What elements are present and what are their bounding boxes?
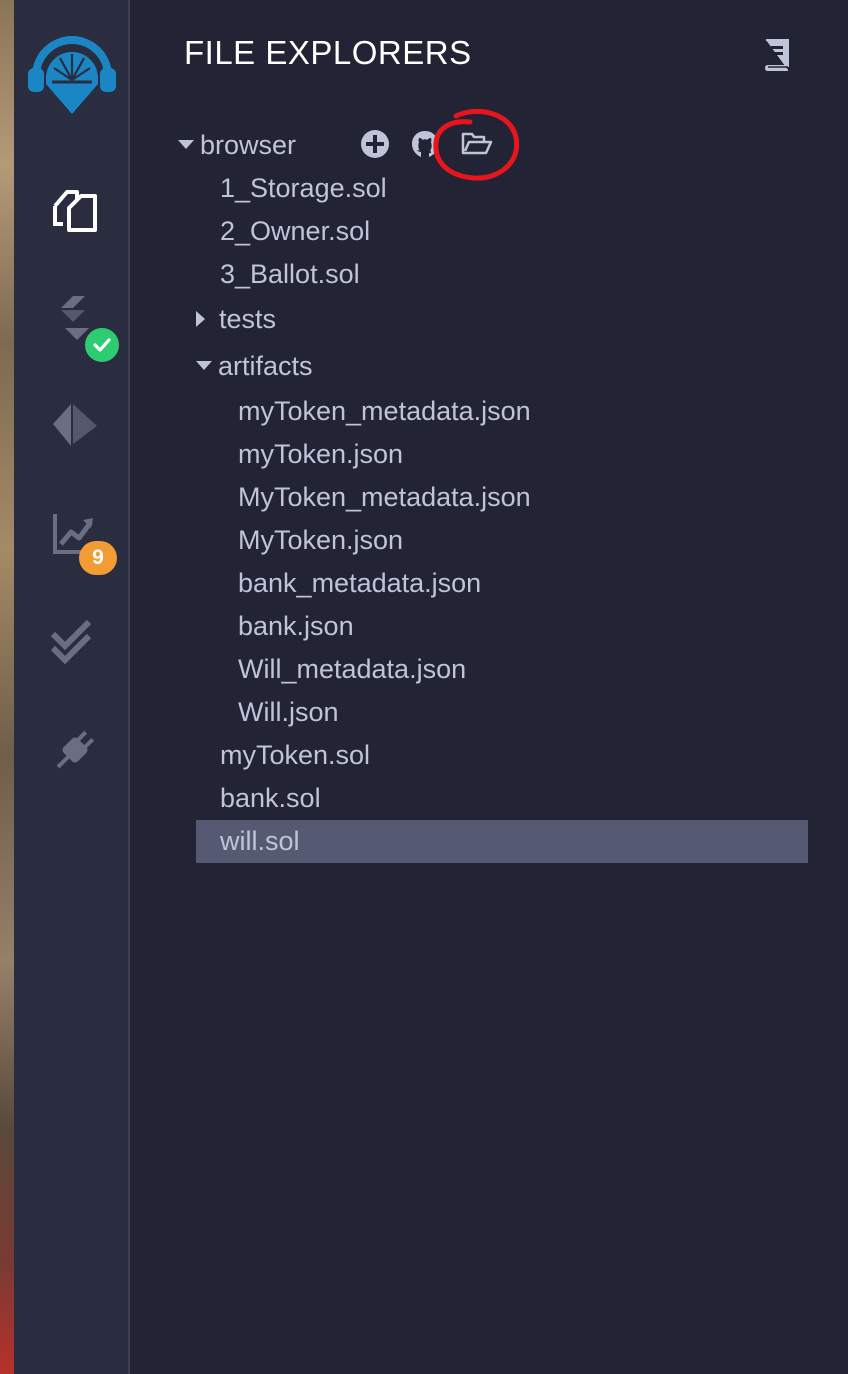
file-item[interactable]: MyToken_metadata.json — [238, 476, 531, 519]
workspace-label: browser — [200, 130, 297, 160]
file-explorer-icon[interactable] — [51, 186, 99, 234]
file-item[interactable]: myToken_metadata.json — [238, 390, 531, 433]
plugin-manager-icon[interactable] — [51, 726, 99, 774]
deploy-run-icon[interactable] — [51, 402, 99, 450]
file-item[interactable]: myToken.sol — [220, 734, 370, 777]
file-explorer-panel: FILE EXPLORERS browser 1_Storage.sol 2_Ow… — [130, 0, 848, 1374]
file-item[interactable]: 3_Ballot.sol — [220, 253, 360, 296]
annotation-circle — [433, 108, 520, 181]
icon-panel: 9 — [14, 0, 130, 1374]
folder-label: tests — [219, 304, 277, 334]
desktop-background — [0, 0, 14, 1374]
caret-down-icon — [196, 361, 212, 371]
file-item[interactable]: bank_metadata.json — [238, 562, 481, 605]
caret-right-icon — [196, 310, 205, 327]
folder-artifacts[interactable]: artifacts — [196, 345, 313, 388]
file-item[interactable]: myToken.json — [238, 433, 403, 476]
file-item-selected[interactable]: will.sol — [196, 820, 808, 863]
file-item[interactable]: bank.sol — [220, 777, 321, 820]
file-item[interactable]: 2_Owner.sol — [220, 210, 370, 253]
checkmark-icon — [93, 338, 111, 352]
analysis-warning-badge: 9 — [79, 541, 117, 575]
panel-title: FILE EXPLORERS — [184, 34, 472, 71]
file-item[interactable]: MyToken.json — [238, 519, 403, 562]
create-file-icon[interactable] — [359, 128, 391, 160]
folder-tests[interactable]: tests — [196, 298, 276, 341]
documentation-book-icon[interactable] — [762, 38, 792, 72]
test-icon[interactable] — [51, 618, 99, 666]
folder-label: artifacts — [218, 351, 313, 381]
workspace-browser[interactable]: browser — [178, 124, 296, 167]
file-item[interactable]: bank.json — [238, 605, 354, 648]
file-item[interactable]: Will_metadata.json — [238, 648, 466, 691]
caret-down-icon — [178, 140, 194, 150]
compile-success-badge — [83, 326, 121, 364]
remix-logo-icon[interactable] — [24, 32, 120, 116]
file-item[interactable]: 1_Storage.sol — [220, 167, 387, 210]
file-item[interactable]: Will.json — [238, 691, 339, 734]
